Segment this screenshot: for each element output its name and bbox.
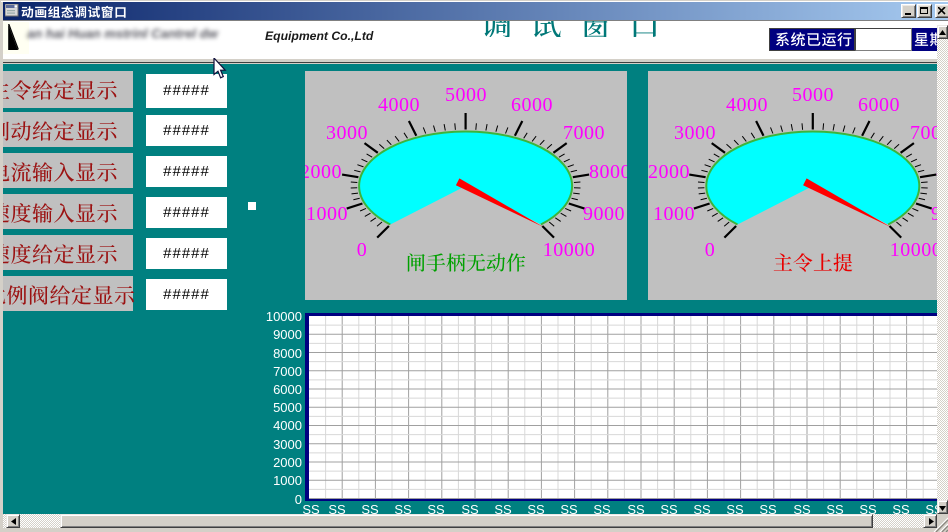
svg-text:9000: 9000 (583, 203, 625, 225)
svg-text:3000: 3000 (326, 122, 368, 144)
svg-text:0: 0 (357, 239, 368, 261)
svg-text:6000: 6000 (858, 94, 900, 116)
svg-text:10000: 10000 (890, 239, 943, 261)
svg-text:5000: 5000 (792, 84, 834, 106)
svg-text:3000: 3000 (674, 122, 716, 144)
svg-text:2000: 2000 (305, 161, 342, 183)
svg-text:6000: 6000 (511, 94, 553, 116)
svg-text:1000: 1000 (306, 203, 348, 225)
svg-text:10000: 10000 (543, 239, 596, 261)
svg-text:8000: 8000 (589, 161, 627, 183)
svg-text:2000: 2000 (648, 161, 690, 183)
svg-text:0: 0 (705, 239, 716, 261)
svg-text:7000: 7000 (563, 122, 605, 144)
svg-text:1000: 1000 (653, 203, 695, 225)
svg-text:5000: 5000 (445, 84, 487, 106)
svg-text:4000: 4000 (726, 94, 768, 116)
svg-text:4000: 4000 (378, 94, 420, 116)
